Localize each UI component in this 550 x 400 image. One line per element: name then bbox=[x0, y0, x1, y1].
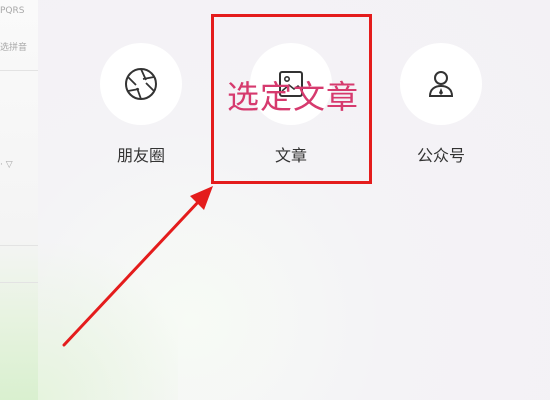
left-panel-snippet: PQRS bbox=[0, 6, 25, 16]
moments-button[interactable] bbox=[100, 43, 182, 125]
official-account-button[interactable] bbox=[400, 43, 482, 125]
official-account-label: 公众号 bbox=[416, 146, 465, 165]
background-gradient bbox=[38, 220, 178, 400]
divider bbox=[0, 282, 38, 283]
left-panel-dropdown[interactable]: · ▽ bbox=[0, 160, 13, 170]
aperture-icon bbox=[125, 68, 157, 100]
person-icon bbox=[428, 71, 454, 97]
left-panel: PQRS 选拼音 · ▽ bbox=[0, 0, 39, 400]
divider bbox=[0, 70, 38, 71]
left-panel-snippet: 选拼音 bbox=[0, 43, 28, 53]
moments-label: 朋友圈 bbox=[116, 146, 165, 165]
annotation-text: 选定文章 bbox=[227, 78, 360, 116]
divider bbox=[0, 245, 38, 246]
